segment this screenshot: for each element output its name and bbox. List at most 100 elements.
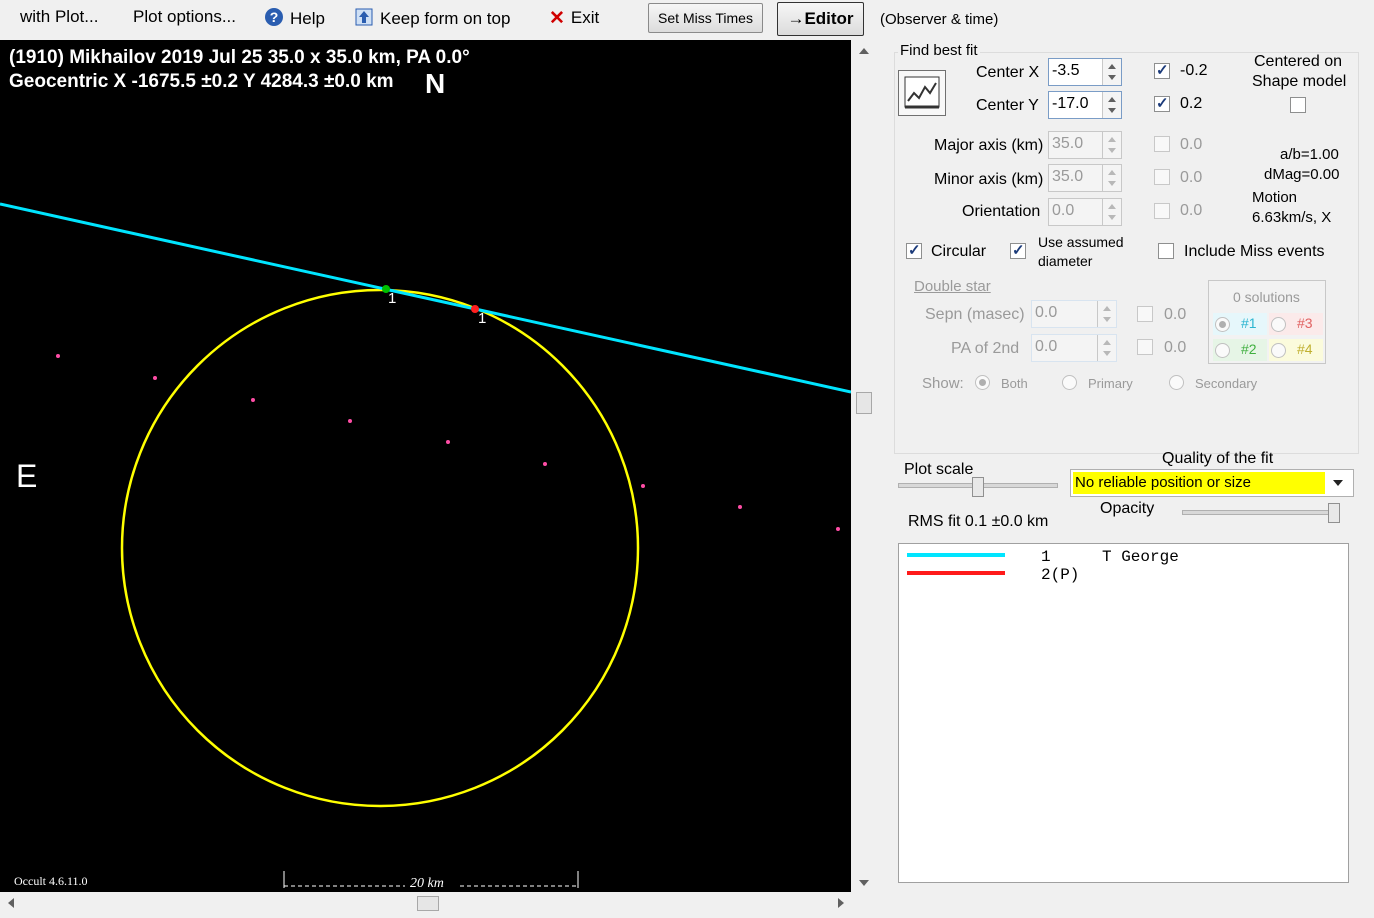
solution-3-option[interactable]: #3 — [1269, 313, 1323, 335]
quality-dropdown[interactable]: No reliable position or size — [1070, 469, 1354, 497]
orientation-spinner[interactable]: 0.0 — [1048, 198, 1122, 226]
orientation-label: Orientation — [962, 203, 1041, 220]
center-y-uncertainty: 0.2 — [1180, 95, 1203, 112]
quality-label: Quality of the fit — [1162, 450, 1274, 467]
major-axis-uncertainty: 0.0 — [1180, 136, 1203, 153]
spinner-arrows-icon[interactable] — [1102, 199, 1121, 225]
close-icon: ✕ — [549, 8, 565, 29]
solution-1-radio[interactable] — [1215, 317, 1230, 332]
find-best-fit-button[interactable] — [898, 70, 946, 116]
major-axis-fix-checkbox[interactable] — [1154, 136, 1170, 152]
hscroll-thumb[interactable] — [417, 896, 439, 911]
miss-dot — [446, 440, 450, 444]
plot-scale-label: Plot scale — [904, 461, 974, 478]
show-both-radio[interactable] — [975, 375, 990, 390]
spinner-arrows-icon[interactable] — [1102, 132, 1121, 158]
spinner-arrows-icon[interactable] — [1097, 301, 1116, 327]
opacity-slider-thumb[interactable] — [1328, 503, 1340, 523]
sepn-value: 0.0 — [1035, 304, 1058, 321]
pa-2nd-uncertainty: 0.0 — [1164, 339, 1187, 356]
center-x-fix-checkbox[interactable] — [1154, 61, 1170, 79]
center-x-label: Center X — [976, 64, 1040, 81]
center-x-value: -3.5 — [1052, 62, 1080, 79]
orientation-fix-checkbox[interactable] — [1154, 203, 1170, 219]
circular-checkbox[interactable] — [906, 241, 922, 259]
miss-dot — [251, 398, 255, 402]
plot-scale-slider-thumb[interactable] — [972, 477, 984, 497]
menu-exit[interactable]: ✕ Exit — [549, 7, 599, 30]
plot-title-line1: (1910) Mikhailov 2019 Jul 25 35.0 x 35.0… — [9, 47, 470, 68]
menu-help[interactable]: ? Help — [264, 7, 325, 32]
legend-line-2 — [907, 571, 1005, 575]
version-label: Occult 4.6.11.0 — [14, 874, 88, 888]
opacity-track[interactable] — [1182, 510, 1340, 515]
spinner-arrows-icon[interactable] — [1102, 92, 1121, 118]
ab-ratio: a/b=1.00 — [1280, 146, 1339, 163]
set-miss-times-button[interactable]: Set Miss Times — [648, 3, 763, 33]
orientation-uncertainty: 0.0 — [1180, 202, 1203, 219]
chevron-down-icon[interactable] — [1333, 480, 1343, 486]
centered-on-shape-line2: Shape model — [1252, 73, 1347, 90]
menu-keep-on-top[interactable]: Keep form on top — [354, 7, 510, 32]
use-assumed-diameter-checkbox[interactable] — [1010, 241, 1026, 259]
plot-horizontal-scrollbar[interactable] — [0, 892, 851, 914]
minor-axis-label: Minor axis (km) — [934, 171, 1044, 188]
minor-axis-spinner[interactable]: 35.0 — [1048, 164, 1122, 192]
scroll-left-icon[interactable] — [8, 898, 14, 908]
menu-help-label: Help — [290, 8, 325, 28]
centered-on-shape-line1: Centered on — [1254, 53, 1343, 70]
pa-2nd-fix-checkbox[interactable] — [1137, 339, 1153, 355]
scale-bar-label: 20 km — [410, 876, 444, 891]
show-primary-radio[interactable] — [1062, 375, 1077, 390]
spinner-arrows-icon[interactable] — [1102, 165, 1121, 191]
solution-3-radio[interactable] — [1271, 317, 1286, 332]
sepn-label: Sepn (masec) — [925, 306, 1025, 323]
center-y-fix-checkbox[interactable] — [1154, 94, 1170, 112]
pa-2nd-value: 0.0 — [1035, 338, 1058, 355]
scroll-right-icon[interactable] — [838, 898, 844, 908]
solution-4-label: #4 — [1297, 341, 1313, 357]
center-y-label: Center Y — [976, 97, 1039, 114]
svg-text:?: ? — [270, 9, 279, 25]
minor-axis-fix-checkbox[interactable] — [1154, 169, 1170, 185]
solution-1-option[interactable]: #1 — [1213, 313, 1267, 335]
spinner-arrows-icon[interactable] — [1102, 59, 1121, 85]
chord-label-2: 1 — [478, 310, 487, 327]
asteroid-limb-ellipse — [120, 288, 640, 808]
solution-2-radio[interactable] — [1215, 343, 1230, 358]
show-secondary-radio[interactable] — [1169, 375, 1184, 390]
use-assumed-line2: diameter — [1038, 253, 1093, 269]
menu-with-plot[interactable]: with Plot... — [20, 7, 98, 27]
east-label: E — [16, 458, 38, 494]
miss-dot — [56, 354, 60, 358]
center-y-spinner[interactable]: -17.0 — [1048, 91, 1122, 119]
center-x-spinner[interactable]: -3.5 — [1048, 58, 1122, 86]
chart-fit-icon — [904, 76, 940, 109]
motion-label: Motion — [1252, 189, 1298, 206]
major-axis-value: 35.0 — [1052, 135, 1084, 152]
solution-4-option[interactable]: #4 — [1269, 339, 1323, 361]
orientation-value: 0.0 — [1052, 202, 1075, 219]
scroll-up-icon[interactable] — [859, 48, 869, 54]
opacity-label: Opacity — [1100, 500, 1155, 517]
solution-2-option[interactable]: #2 — [1213, 339, 1267, 361]
pa-2nd-spinner[interactable]: 0.0 — [1031, 334, 1117, 362]
center-x-uncertainty: -0.2 — [1180, 62, 1208, 79]
editor-button[interactable]: →Editor — [777, 2, 864, 36]
legend-line-1 — [907, 553, 1005, 557]
spinner-arrows-icon[interactable] — [1097, 335, 1116, 361]
plot-title-line2: Geocentric X -1675.5 ±0.2 Y 4284.3 ±0.0 … — [9, 71, 394, 92]
plot-canvas — [0, 202, 851, 888]
observer-time-menu[interactable]: (Observer & time) — [880, 11, 998, 28]
include-miss-checkbox[interactable] — [1158, 243, 1174, 259]
major-axis-spinner[interactable]: 35.0 — [1048, 131, 1122, 159]
scroll-down-icon[interactable] — [859, 880, 869, 886]
solution-4-radio[interactable] — [1271, 343, 1286, 358]
double-star-label[interactable]: Double star — [914, 278, 991, 295]
plot-vertical-scrollbar[interactable] — [852, 40, 876, 892]
sepn-fix-checkbox[interactable] — [1137, 306, 1153, 322]
menu-plot-options[interactable]: Plot options... — [133, 7, 236, 27]
scroll-thumb[interactable] — [856, 392, 872, 414]
sepn-spinner[interactable]: 0.0 — [1031, 300, 1117, 328]
centered-on-shape-checkbox[interactable] — [1290, 97, 1306, 113]
